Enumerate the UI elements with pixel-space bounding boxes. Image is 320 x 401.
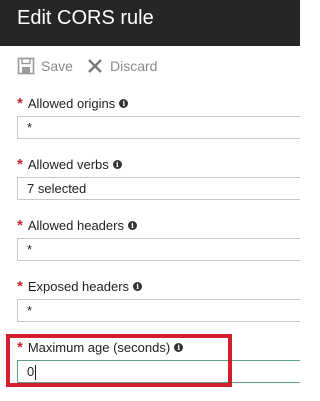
required-marker: * <box>17 155 23 173</box>
allowed-headers-input[interactable]: * <box>17 238 300 261</box>
info-icon[interactable]: i <box>112 159 122 169</box>
info-icon[interactable]: i <box>119 98 129 108</box>
info-icon[interactable]: i <box>127 220 137 230</box>
save-label: Save <box>41 58 73 74</box>
allowed-origins-input[interactable]: * <box>17 116 300 139</box>
required-marker: * <box>17 338 23 356</box>
discard-label: Discard <box>110 58 158 74</box>
save-icon <box>17 57 35 75</box>
maximum-age-label: Maximum age (seconds) <box>27 339 171 355</box>
blade-header: Edit CORS rule <box>0 0 300 46</box>
allowed-verbs-dropdown[interactable]: 7 selected <box>17 177 300 200</box>
allowed-headers-label: Allowed headers <box>27 217 124 233</box>
command-bar: Save Discard <box>0 46 300 86</box>
allowed-verbs-label: Allowed verbs <box>27 156 109 172</box>
discard-button[interactable]: Discard <box>86 56 157 76</box>
info-icon[interactable]: i <box>174 342 184 352</box>
save-button[interactable]: Save <box>17 56 73 76</box>
exposed-headers-label: Exposed headers <box>27 278 130 294</box>
allowed-origins-label: Allowed origins <box>27 95 116 111</box>
exposed-headers-input[interactable]: * <box>17 299 300 322</box>
maximum-age-input[interactable]: 0 <box>17 360 300 383</box>
close-icon <box>86 57 104 75</box>
maximum-age-value: 0 <box>27 364 35 379</box>
required-marker: * <box>17 94 23 112</box>
text-caret <box>35 365 37 381</box>
required-marker: * <box>17 216 23 234</box>
page-title: Edit CORS rule <box>17 7 154 29</box>
info-icon[interactable]: i <box>133 281 143 291</box>
required-marker: * <box>17 277 23 295</box>
